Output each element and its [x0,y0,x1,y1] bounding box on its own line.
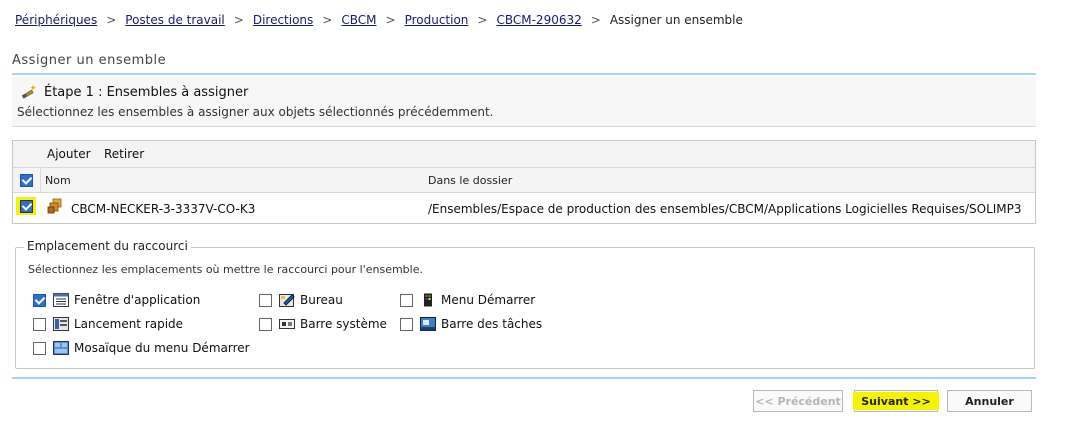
step-description: Sélectionnez les ensembles à assigner au… [17,105,494,119]
start-menu-tile-icon [53,341,69,355]
cancel-button-label: Annuler [965,394,1014,408]
option-start-menu[interactable]: Menu Démarrer [400,292,535,308]
row-name[interactable]: CBCM-NECKER-3-3337V-CO-K3 [71,202,255,216]
option-label: Barre des tâches [441,317,543,331]
column-header-name[interactable]: Nom [45,174,71,187]
step-title-text: Étape 1 : Ensembles à assigner [44,84,249,100]
option-label: Barre système [300,317,387,331]
breadcrumb-link-directions[interactable]: Directions [253,13,313,27]
breadcrumb-current: Assigner un ensemble [609,13,743,27]
application-window-checkbox[interactable] [33,293,46,307]
quick-launch-icon [53,317,69,331]
bundles-table: Ajouter Retirer Nom Dans le dossier CBCM… [12,140,1036,224]
application-window-icon [53,293,69,307]
row-folder: /Ensembles/Espace de production des ense… [428,202,1022,216]
breadcrumb: Périphériques > Postes de travail > Dire… [15,12,743,28]
breadcrumb-separator: > [477,13,488,27]
system-tray-checkbox[interactable] [259,317,272,331]
option-quick-launch[interactable]: Lancement rapide [33,316,183,332]
step-header: Étape 1 : Ensembles à assigner Sélection… [12,77,1036,127]
quick-launch-checkbox[interactable] [33,317,46,331]
taskbar-checkbox[interactable] [400,317,413,331]
desktop-icon [279,293,295,307]
cancel-button[interactable]: Annuler [947,390,1032,412]
breadcrumb-link-peripheriques[interactable]: Périphériques [15,13,97,27]
select-all-checkbox[interactable] [20,174,33,187]
wizard-wand-icon [20,84,38,100]
system-tray-icon [279,317,295,331]
previous-button[interactable]: << Précédent [753,390,843,412]
option-label: Fenêtre d'application [74,293,201,307]
desktop-checkbox[interactable] [259,293,272,307]
breadcrumb-separator: > [590,13,601,27]
next-button-label: Suivant >> [861,394,931,408]
table-toolbar: Ajouter Retirer [13,141,1035,168]
fieldset-description: Sélectionnez les emplacements où mettre … [28,263,423,276]
option-desktop[interactable]: Bureau [259,292,343,308]
add-button[interactable]: Ajouter [47,147,91,161]
previous-button-label: << Précédent [755,394,841,408]
start-menu-checkbox[interactable] [400,293,413,307]
start-menu-icon [420,293,436,307]
breadcrumb-link-postes-de-travail[interactable]: Postes de travail [125,13,225,27]
option-label: Menu Démarrer [441,293,536,307]
bundle-icon [47,198,63,214]
step-title-row: Étape 1 : Ensembles à assigner [20,84,248,100]
breadcrumb-separator: > [233,13,244,27]
column-header-folder[interactable]: Dans le dossier [428,174,512,187]
page-title: Assigner un ensemble [12,53,167,68]
bottom-divider [12,377,1036,379]
breadcrumb-separator: > [322,13,333,27]
option-taskbar[interactable]: Barre des tâches [400,316,542,332]
title-divider [12,73,1036,75]
option-system-tray[interactable]: Barre système [259,316,387,332]
breadcrumb-separator: > [385,13,396,27]
row-checkbox[interactable] [20,200,33,213]
table-row[interactable]: CBCM-NECKER-3-3337V-CO-K3 /Ensembles/Esp… [13,193,1035,223]
shortcut-location-fieldset: Emplacement du raccourci Sélectionnez le… [15,239,1035,369]
breadcrumb-separator: > [106,13,117,27]
breadcrumb-link-cbcm[interactable]: CBCM [341,13,376,27]
table-header-row: Nom Dans le dossier [13,168,1035,193]
breadcrumb-link-production[interactable]: Production [405,13,469,27]
fieldset-legend: Emplacement du raccourci [24,239,191,253]
remove-button[interactable]: Retirer [104,147,144,161]
next-button[interactable]: Suivant >> [853,390,939,412]
option-label: Bureau [300,293,343,307]
option-start-menu-tile[interactable]: Mosaïque du menu Démarrer [33,340,250,356]
breadcrumb-link-cbcm-290632[interactable]: CBCM-290632 [496,13,581,27]
start-menu-tile-checkbox[interactable] [33,341,46,355]
option-label: Mosaïque du menu Démarrer [74,341,250,355]
option-application-window[interactable]: Fenêtre d'application [33,292,200,308]
header-check-cell [13,168,41,192]
taskbar-icon [420,317,436,331]
option-label: Lancement rapide [74,317,184,331]
